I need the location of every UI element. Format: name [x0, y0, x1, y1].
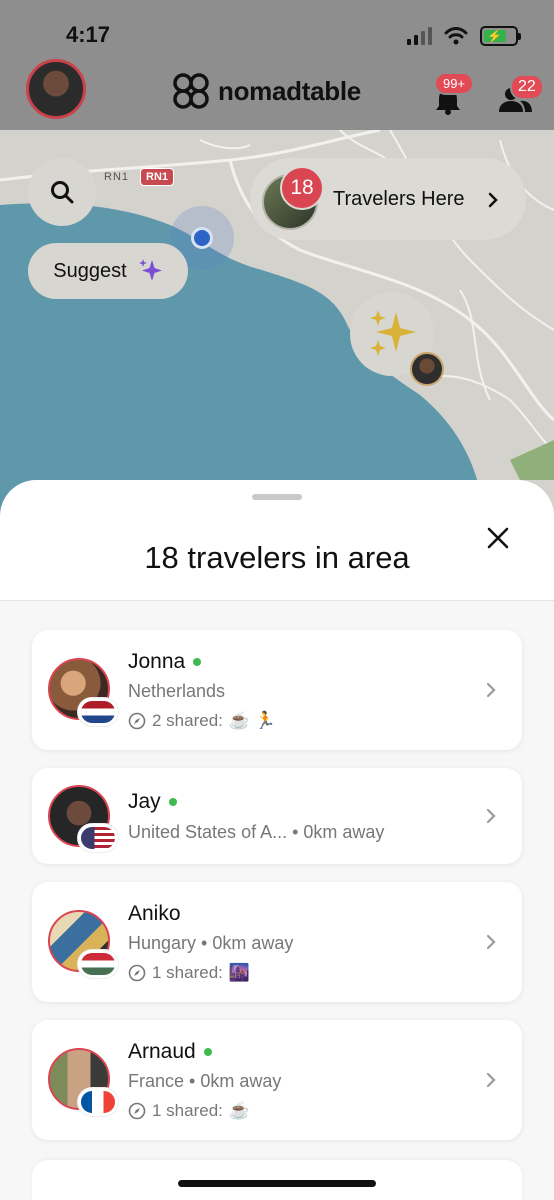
battery-icon: ⚡	[480, 26, 521, 46]
search-button[interactable]	[28, 158, 96, 226]
traveler-card[interactable]: Jonna Netherlands 2 shared: ☕ 🏃	[32, 630, 522, 750]
travelers-sheet: 18 travelers in area Jonna Netherlands 2…	[0, 480, 554, 1200]
app-header: 4:17 ⚡ nomadtable 99+ 22	[0, 0, 554, 130]
traveler-map-pin[interactable]	[410, 352, 444, 386]
compass-icon	[128, 1102, 146, 1120]
travelers-here-label: Travelers Here	[333, 188, 465, 210]
shared-interests: 1 shared: ☕	[128, 1101, 250, 1121]
online-indicator	[203, 1048, 212, 1056]
friends-badge: 22	[510, 74, 544, 100]
flag-netherlands	[78, 698, 118, 726]
sheet-title: 18 travelers in area	[144, 540, 410, 575]
traveler-location: Netherlands	[128, 681, 226, 701]
sheet-grabber[interactable]	[252, 494, 302, 500]
online-indicator	[168, 798, 177, 806]
chevron-right-icon	[486, 682, 496, 698]
chevron-right-icon	[488, 192, 498, 208]
traveler-card[interactable]: Jay United States of A... • 0km away	[32, 768, 522, 864]
close-icon[interactable]	[484, 524, 512, 552]
traveler-name: Arnaud	[128, 1040, 212, 1064]
home-indicator[interactable]	[178, 1180, 376, 1187]
traveler-name: Aniko	[128, 902, 181, 925]
traveler-name: Jay	[128, 790, 177, 814]
profile-avatar[interactable]	[26, 59, 86, 119]
wifi-icon	[444, 27, 468, 45]
sparkle-icon	[138, 259, 162, 281]
traveler-location: France • 0km away	[128, 1071, 282, 1091]
chevron-right-icon	[486, 1072, 496, 1088]
flag-france	[78, 1088, 118, 1116]
status-time: 4:17	[66, 22, 111, 47]
brand-name: nomadtable	[218, 75, 361, 106]
signal-icon	[407, 27, 432, 45]
sparkle-icon	[370, 310, 416, 356]
search-icon	[51, 181, 74, 204]
status-icons: ⚡	[407, 26, 521, 46]
traveler-card[interactable]: Arnaud France • 0km away 1 shared: ☕	[32, 1020, 522, 1140]
location-dot-icon	[191, 227, 213, 249]
traveler-location: United States of A... • 0km away	[128, 822, 385, 842]
online-indicator	[193, 658, 202, 666]
travelers-count-badge: 18	[280, 166, 324, 210]
flag-united-states	[78, 824, 118, 852]
compass-icon	[128, 964, 146, 982]
suggest-label: Suggest	[53, 259, 127, 282]
nomadtable-logo-icon	[173, 73, 209, 109]
notifications-badge: 99+	[434, 72, 474, 95]
road-sign: RN1	[140, 168, 175, 186]
brand-logo: nomadtable	[172, 72, 361, 110]
suggest-button[interactable]: Suggest	[28, 243, 188, 299]
compass-icon	[128, 712, 146, 730]
shared-interests: 2 shared: ☕ 🏃	[128, 711, 276, 731]
traveler-name: Jonna	[128, 650, 202, 674]
chevron-right-icon	[486, 808, 496, 824]
traveler-card[interactable]: Aniko Hungary • 0km away 1 shared: 🌆	[32, 882, 522, 1002]
traveler-location: Hungary • 0km away	[128, 933, 294, 953]
flag-hungary	[78, 950, 118, 978]
road-label: RN1	[104, 171, 130, 183]
shared-interests: 1 shared: 🌆	[128, 963, 250, 983]
chevron-right-icon	[486, 934, 496, 950]
